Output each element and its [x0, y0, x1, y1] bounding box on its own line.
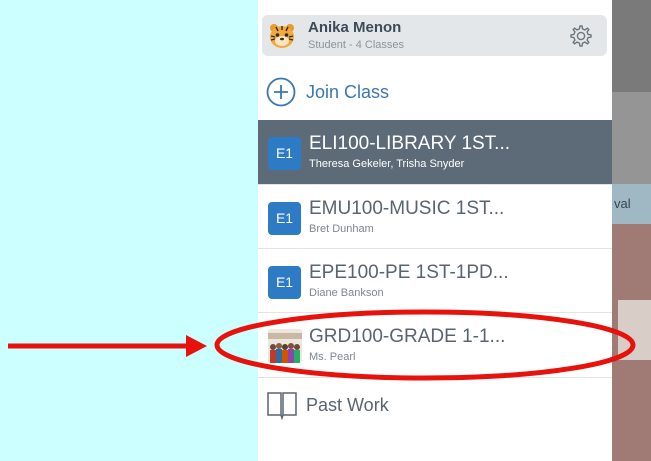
class-row-pe[interactable]: E1 EPE100-PE 1ST-1PD... Diane Bankson [258, 249, 612, 313]
class-teacher: Diane Bankson [309, 287, 384, 299]
class-row-library[interactable]: E1 ELI100-LIBRARY 1ST... Theresa Gekeler… [258, 120, 612, 184]
book-icon [267, 392, 297, 420]
student-name: Anika Menon [308, 19, 402, 36]
tiger-avatar-icon [270, 24, 294, 48]
gear-icon[interactable] [568, 23, 594, 49]
class-row-music[interactable]: E1 EMU100-MUSIC 1ST... Bret Dunham [258, 185, 612, 249]
background-panel [612, 0, 651, 92]
background-tab-text: val [612, 184, 651, 224]
background-app: val [612, 0, 651, 461]
class-title: GRD100-GRADE 1-1... [309, 326, 506, 347]
join-class-button[interactable]: Join Class [258, 62, 612, 118]
student-class-count: Student - 4 Classes [308, 39, 404, 51]
class-photo-thumbnail [268, 329, 302, 363]
class-badge: E1 [268, 137, 301, 170]
class-badge: E1 [268, 266, 301, 299]
background-thumbnail [618, 300, 651, 360]
class-title: EMU100-MUSIC 1ST... [309, 198, 505, 219]
class-badge: E1 [268, 202, 301, 235]
past-work-label: Past Work [306, 395, 389, 415]
class-teacher: Theresa Gekeler, Trisha Snyder [309, 158, 465, 170]
class-teacher: Bret Dunham [309, 223, 374, 235]
past-work-button[interactable]: Past Work [258, 378, 612, 434]
plus-circle-icon [266, 77, 296, 107]
class-title: ELI100-LIBRARY 1ST... [309, 133, 511, 154]
background-panel [612, 92, 651, 184]
class-row-grade[interactable]: GRD100-GRADE 1-1... Ms. Pearl [258, 313, 612, 377]
class-drawer: Anika Menon Student - 4 Classes Join Cla… [258, 0, 612, 461]
profile-card[interactable]: Anika Menon Student - 4 Classes [262, 15, 607, 56]
class-title: EPE100-PE 1ST-1PD... [309, 262, 509, 283]
annotation-arrowhead [186, 335, 207, 357]
class-teacher: Ms. Pearl [309, 351, 356, 363]
join-class-label: Join Class [306, 82, 390, 102]
